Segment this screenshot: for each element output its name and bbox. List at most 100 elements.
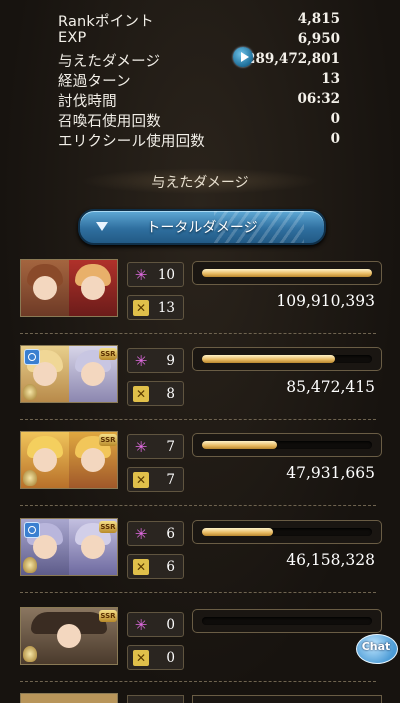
chain-count: 8 — [166, 386, 175, 402]
stat-label: エリクシール使用回数 — [58, 134, 205, 150]
face — [81, 448, 105, 472]
row-divider — [20, 592, 376, 593]
damage-value: 46,158,328 — [286, 551, 375, 569]
skill-count-box: ✳ 0 — [127, 612, 184, 637]
row-divider — [20, 333, 376, 334]
face — [81, 276, 105, 300]
total-damage-button[interactable]: トータルダメージ — [78, 209, 326, 245]
row-divider — [20, 419, 376, 420]
character-row: ✳ 10 13 109,910,393 — [0, 259, 400, 345]
damage-bar — [192, 609, 382, 633]
character-row: SSR ✳ 9 8 85,472,415 — [0, 345, 400, 431]
character-row: SSR ✳ 7 7 47,931,665 — [0, 431, 400, 517]
stat-summon-uses: 召喚石使用回数 0 — [58, 110, 340, 130]
skill-count-box-partial — [127, 695, 184, 703]
skill-star-icon: ✳ — [134, 352, 148, 370]
chain-count-box: 7 — [127, 467, 184, 492]
damage-bar — [192, 347, 382, 371]
face — [33, 276, 57, 300]
chain-burst-icon — [133, 650, 149, 666]
damage-bar — [192, 520, 382, 544]
bar-fill — [202, 355, 335, 363]
skill-star-icon: ✳ — [134, 266, 148, 284]
skill-count: 9 — [166, 353, 175, 369]
stat-value: 06:32 — [297, 91, 340, 107]
bar-track — [202, 355, 372, 363]
character-portrait[interactable] — [20, 259, 118, 317]
stat-label: 経過ターン — [58, 74, 131, 90]
portrait-right — [69, 260, 117, 316]
skill-count-box: ✳ 7 — [127, 434, 184, 459]
chain-count-box: 0 — [127, 645, 184, 670]
bar-fill — [202, 441, 277, 449]
skill-star-icon: ✳ — [134, 525, 148, 543]
character-portrait[interactable]: SSR — [20, 345, 118, 403]
face — [81, 535, 105, 559]
chat-button[interactable]: Chat — [356, 632, 398, 666]
character-portrait[interactable]: SSR — [20, 518, 118, 576]
play-icon[interactable] — [233, 47, 253, 67]
chain-burst-icon — [133, 472, 149, 488]
chain-count: 0 — [166, 650, 175, 666]
portrait-left — [21, 260, 69, 316]
stat-label: 討伐時間 — [58, 94, 117, 110]
stat-label: EXP — [58, 30, 87, 46]
character-portrait-partial[interactable] — [20, 693, 118, 703]
bar-track — [202, 441, 372, 449]
level-badge-icon — [23, 646, 37, 662]
damage-bar-partial — [192, 695, 382, 703]
skill-count-box: ✳ 6 — [127, 521, 184, 546]
character-portrait[interactable]: SSR — [20, 431, 118, 489]
chain-count-box: 13 — [127, 295, 184, 320]
ssr-badge: SSR — [99, 610, 117, 622]
ssr-badge: SSR — [99, 348, 117, 360]
character-row: SSR ✳ 6 6 46,158,328 — [0, 518, 400, 604]
face — [33, 535, 57, 559]
chain-burst-icon — [133, 559, 149, 575]
stat-exp: EXP 6,950 — [58, 30, 340, 50]
skill-count-box: ✳ 9 — [127, 348, 184, 373]
stat-label: 与えたダメージ — [58, 54, 161, 70]
stat-turns: 経過ターン 13 — [58, 70, 340, 90]
damage-bar — [192, 433, 382, 457]
skill-star-icon: ✳ — [134, 438, 148, 456]
chain-count-box: 8 — [127, 381, 184, 406]
stat-time: 討伐時間 06:32 — [58, 90, 340, 110]
level-badge-icon — [23, 470, 37, 486]
chain-count: 7 — [166, 472, 175, 488]
bar-track — [202, 269, 372, 277]
character-portrait[interactable]: SSR — [20, 607, 118, 665]
stat-value: 4,815 — [297, 11, 340, 27]
row-divider — [20, 681, 376, 682]
stat-label: 召喚石使用回数 — [58, 114, 161, 130]
damage-value: 47,931,665 — [286, 464, 375, 482]
damage-value: 85,472,415 — [286, 378, 375, 396]
stat-value: 13 — [321, 71, 340, 87]
section-title: 与えたダメージ — [151, 175, 249, 191]
skill-count: 7 — [166, 439, 175, 455]
chain-burst-icon — [133, 300, 149, 316]
bar-fill — [202, 269, 372, 277]
stat-value: 0 — [330, 111, 340, 127]
damage-value: 109,910,393 — [276, 292, 375, 310]
total-damage-label: トータルダメージ — [146, 220, 258, 236]
face — [33, 362, 57, 386]
level-badge-icon — [23, 384, 37, 400]
bar-track — [202, 617, 372, 625]
stat-value: 0 — [330, 131, 340, 147]
chat-label: Chat — [361, 640, 391, 653]
bar-track — [202, 528, 372, 536]
stat-rank-points: Rankポイント 4,815 — [58, 10, 340, 30]
damage-bar — [192, 261, 382, 285]
face — [57, 624, 81, 648]
ssr-badge: SSR — [99, 434, 117, 446]
skill-count: 10 — [157, 267, 175, 283]
stat-elixir-uses: エリクシール使用回数 0 — [58, 130, 340, 150]
ssr-badge: SSR — [99, 521, 117, 533]
stat-total-damage: 与えたダメージ 289,472,801 — [58, 50, 340, 70]
chain-burst-icon — [133, 386, 149, 402]
chain-count: 13 — [157, 300, 175, 316]
skill-count-box: ✳ 10 — [127, 262, 184, 287]
stat-value: 6,950 — [297, 31, 340, 47]
skill-count: 6 — [166, 526, 175, 542]
